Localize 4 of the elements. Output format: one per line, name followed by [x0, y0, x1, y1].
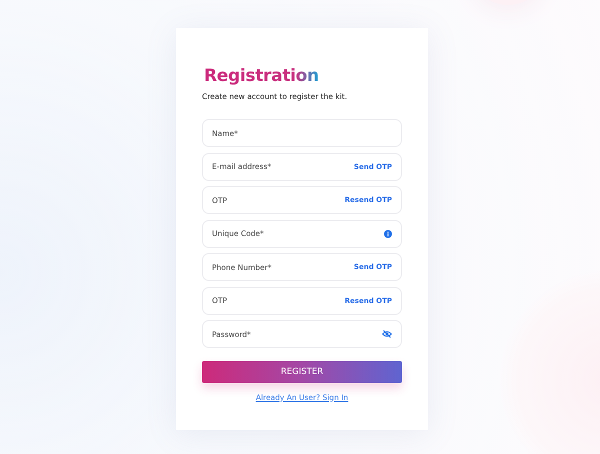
form-title: Registration: [204, 66, 319, 86]
eye-slash-icon[interactable]: [382, 330, 392, 338]
register-button[interactable]: REGISTER: [202, 360, 402, 382]
info-icon: [384, 230, 392, 238]
